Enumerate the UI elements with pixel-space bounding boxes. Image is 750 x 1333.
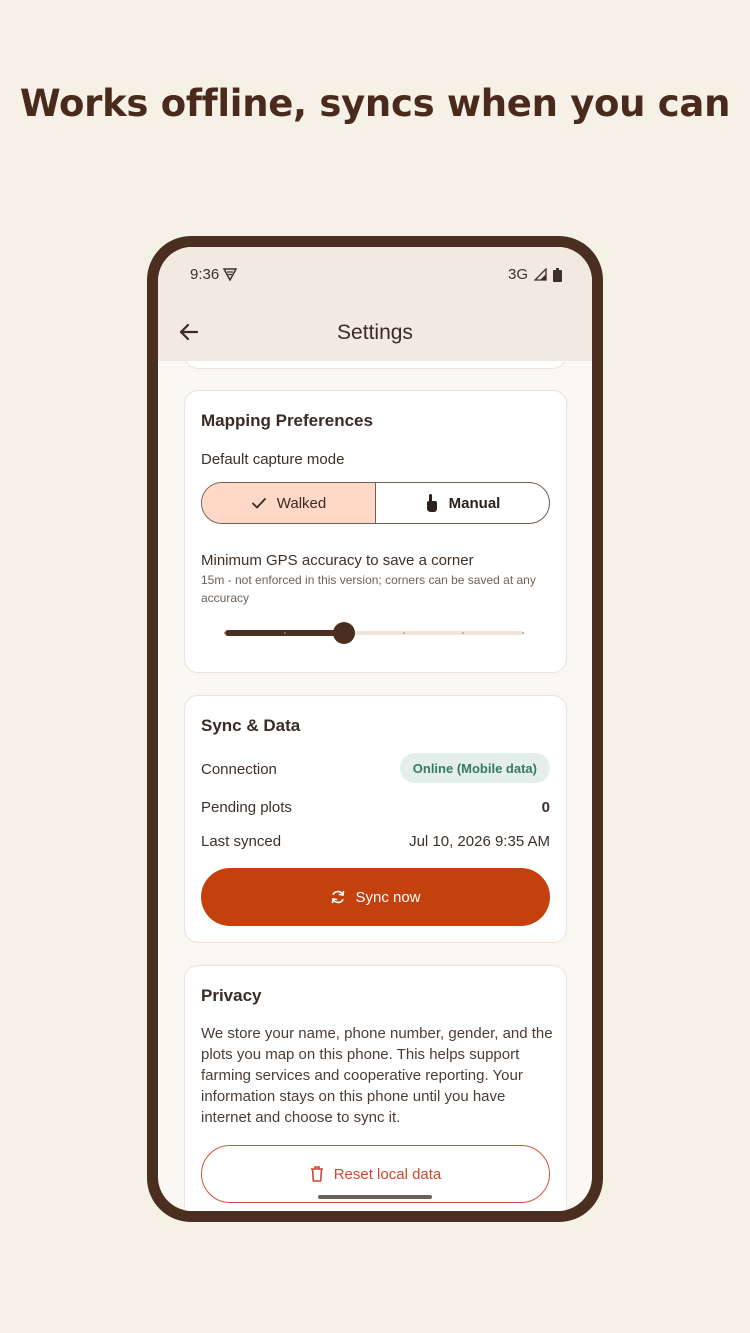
manual-label: Manual [448,494,501,512]
gps-accuracy-label: Minimum GPS accuracy to save a corner [201,552,474,569]
card-title: Mapping Preferences [201,411,373,430]
slider-tick [224,632,226,634]
sync-data-card: Sync & Data Connection Online (Mobile da… [184,695,567,943]
card-title: Privacy [201,986,262,1005]
walked-label: Walked [276,494,327,512]
vpn-icon [223,268,237,281]
slider-tick [522,632,524,634]
capture-mode-toggle: Walked Manual [201,482,550,524]
top-app-bar: 9:36 3G Settings [158,247,592,361]
last-synced-value: Jul 10, 2026 9:35 AM [409,833,550,850]
page-title: Settings [337,321,413,344]
capture-mode-label: Default capture mode [201,451,345,468]
manual-option[interactable]: Manual [376,483,549,523]
status-indicators: 3G [508,266,562,283]
card-title: Sync & Data [201,716,301,735]
reset-local-data-label: Reset local data [333,1165,442,1183]
status-time: 9:36 [190,266,220,283]
connection-status-badge: Online (Mobile data) [399,753,550,783]
network-type: 3G [507,266,528,283]
gps-accuracy-slider[interactable] [224,619,524,649]
sync-icon [332,890,345,904]
pending-plots-value: 0 [541,799,550,816]
sync-now-label: Sync now [355,888,421,906]
phone-screen: 9:36 3G Settings Mapping Preferences Def… [158,247,592,1211]
slider-tick [402,632,405,634]
slider-thumb[interactable] [333,622,356,644]
privacy-description: We store your name, phone number, gender… [201,1025,553,1126]
connection-label: Connection [201,761,277,778]
hand-pointer-icon [426,494,437,512]
pending-plots-label: Pending plots [201,799,292,816]
trash-icon [310,1166,323,1182]
home-indicator[interactable] [318,1195,432,1199]
phone-frame: 9:36 3G Settings Mapping Preferences Def… [147,236,603,1222]
gps-accuracy-hint: 15m - not enforced in this version; corn… [201,573,536,605]
headline: Works offline, syncs when you can [19,82,731,125]
check-icon [251,498,266,509]
mapping-preferences-card: Mapping Preferences Default capture mode… [184,390,567,673]
signal-icon [534,268,547,281]
sync-now-button[interactable]: Sync now [201,868,550,926]
battery-icon [553,267,562,282]
privacy-card: Privacy We store your name, phone number… [184,965,567,1211]
slider-tick [283,632,286,634]
walked-option[interactable]: Walked [202,483,376,523]
last-synced-label: Last synced [201,833,282,850]
